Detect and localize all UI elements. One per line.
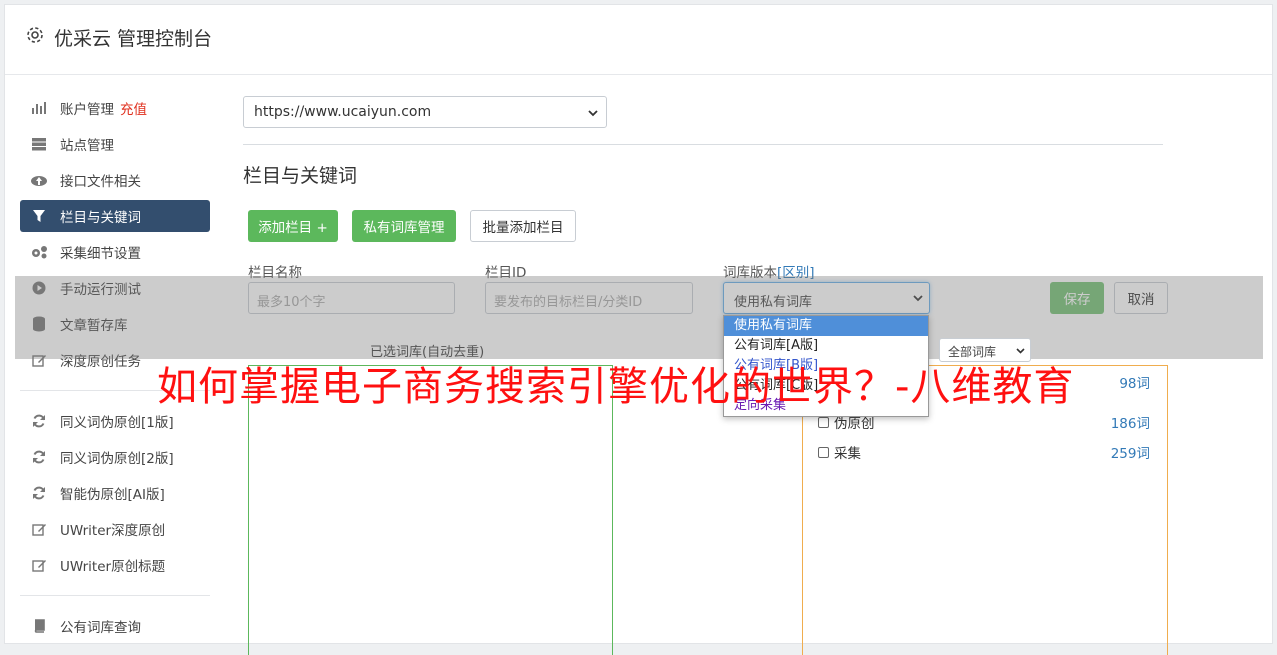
sidebar-item-public-lib[interactable]: 公有词库查询 <box>20 610 210 642</box>
sidebar-item-label: 接口文件相关 <box>60 174 141 190</box>
refresh-icon <box>30 484 48 502</box>
sidebar-item-uwriter-deep[interactable]: UWriter深度原创 <box>20 513 210 545</box>
filter-icon <box>30 207 48 225</box>
sidebar-item-label: 同义词伪原创[2版] <box>60 451 174 467</box>
watermark-title: 如何掌握电子商务搜索引擎优化的世界？-八维教育 <box>157 364 1075 410</box>
add-column-button[interactable]: 添加栏目 + <box>248 210 338 242</box>
dropdown-option[interactable]: 公有词库[A版] <box>724 336 928 356</box>
header: 优采云 管理控制台 <box>5 5 1272 75</box>
sidebar-item-sites[interactable]: 站点管理 <box>20 128 210 160</box>
sidebar-item-label: 账户管理 <box>60 102 114 118</box>
lib-row[interactable]: 采集 259词 <box>818 442 1150 462</box>
sidebar-item-account[interactable]: 账户管理 充值 <box>20 92 210 124</box>
site-select[interactable]: https://www.ucaiyun.com <box>243 96 607 128</box>
sidebar-item-label: 同义词伪原创[1版] <box>60 415 174 431</box>
recharge-link[interactable]: 充值 <box>120 98 147 118</box>
sidebar-item-label: 公有词库查询 <box>60 620 141 636</box>
sidebar-item-label: 智能伪原创[AI版] <box>60 487 165 503</box>
sidebar-item-collect-settings[interactable]: 采集细节设置 <box>20 236 210 268</box>
page-title: 优采云 管理控制台 <box>54 28 213 50</box>
private-lib-button[interactable]: 私有词库管理 <box>352 210 456 242</box>
sidebar-item-columns[interactable]: 栏目与关键词 <box>20 200 210 232</box>
bar-chart-icon <box>30 99 48 117</box>
sidebar-item-label: 栏目与关键词 <box>60 210 141 226</box>
sidebar-divider <box>20 595 210 596</box>
edit-icon <box>30 520 48 538</box>
sidebar-item-synonym-2[interactable]: 同义词伪原创[2版] <box>20 441 210 473</box>
edit-icon <box>30 556 48 574</box>
book-icon <box>30 617 48 635</box>
sidebar-item-label: 采集细节设置 <box>60 246 141 262</box>
refresh-icon <box>30 448 48 466</box>
sidebar-item-uwriter-title[interactable]: UWriter原创标题 <box>20 549 210 581</box>
site-select-value: https://www.ucaiyun.com <box>254 104 432 120</box>
refresh-icon <box>30 412 48 430</box>
sidebar-item-label: 站点管理 <box>60 138 114 154</box>
lib-row-count[interactable]: 186词 <box>1111 412 1150 432</box>
overlay-band <box>15 276 1263 359</box>
lib-row-checkbox[interactable] <box>818 416 829 428</box>
sidebar-item-interface[interactable]: 接口文件相关 <box>20 164 210 196</box>
chevron-down-icon <box>588 106 598 122</box>
sidebar-item-label: UWriter深度原创 <box>60 523 166 539</box>
cloud-upload-icon <box>30 171 48 189</box>
cogs-icon <box>30 243 48 261</box>
dropdown-option[interactable]: 使用私有词库 <box>724 316 928 336</box>
batch-add-button[interactable]: 批量添加栏目 <box>470 210 576 242</box>
lib-row-label: 采集 <box>834 446 861 462</box>
sidebar-item-label: UWriter原创标题 <box>60 559 166 575</box>
lib-row-count[interactable]: 98词 <box>1119 372 1150 392</box>
section-title: 栏目与关键词 <box>243 165 358 187</box>
divider <box>243 144 1163 145</box>
lib-row-count[interactable]: 259词 <box>1111 442 1150 462</box>
sidebar-item-ai-rewrite[interactable]: 智能伪原创[AI版] <box>20 477 210 509</box>
server-icon <box>30 135 48 153</box>
lib-row-checkbox[interactable] <box>818 446 829 458</box>
gear-icon <box>25 25 45 45</box>
